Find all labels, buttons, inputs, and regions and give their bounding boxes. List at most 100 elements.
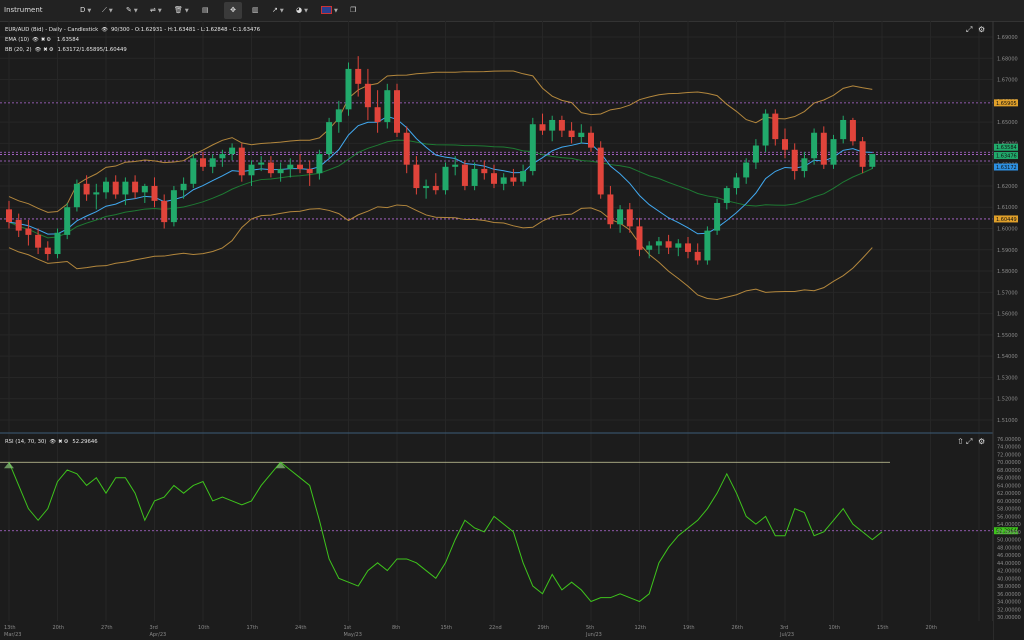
toolbar: Instrument D ▼ ⟋ ▼ ✎ ▼ ⇌ ▼ 🗑 ▼ ▤ ✥ ▥ ↗ ▼ ◕ ▼ ▼ …	[0, 0, 1024, 22]
candle-body	[743, 162, 750, 178]
rsi-tick-label: 38.00000	[997, 584, 1021, 590]
candle-body	[568, 130, 575, 138]
candle-body	[588, 132, 594, 148]
candle	[820, 126, 827, 169]
candle	[170, 185, 177, 227]
candle	[762, 109, 769, 152]
candle-body	[355, 68, 362, 84]
settings-icon[interactable]: ⚙	[978, 437, 985, 446]
pencil-tool[interactable]: ✎ ▼	[126, 2, 138, 19]
candle	[103, 177, 109, 199]
move-up-icon[interactable]: ⇧	[957, 437, 964, 446]
rsi-tick-label: 56.00000	[997, 514, 1021, 520]
layout-button[interactable]: ▤	[202, 2, 209, 19]
price-tick-label: 1.60000	[997, 227, 1018, 233]
candle-body	[219, 154, 226, 159]
candle-body	[248, 164, 255, 176]
price-tick-label: 1.65000	[997, 120, 1018, 126]
candle	[665, 234, 672, 255]
time-tick-label: 10th	[829, 625, 841, 631]
candle	[510, 168, 517, 186]
draw-line-icon: ⟋	[102, 6, 107, 14]
ema-legend[interactable]: EMA (10) 👁 ✖⚙ 1.63584	[5, 37, 80, 43]
settings-icon[interactable]: ⚙	[978, 25, 985, 34]
candle	[83, 175, 90, 201]
instrument-selector[interactable]: Instrument	[4, 2, 43, 19]
time-tick-label: 22nd	[489, 625, 502, 631]
price-tag: 1.60449	[994, 215, 1018, 223]
candle	[549, 115, 556, 142]
candle	[44, 241, 51, 261]
bb-upper-line	[8, 70, 873, 213]
rsi-tick-label: 48.00000	[997, 545, 1021, 551]
chart-area[interactable]: 1.690001.680001.670001.660001.650001.640…	[0, 21, 1024, 640]
candle	[461, 160, 468, 191]
share-icon: ↗	[272, 6, 278, 14]
bb-legend[interactable]: BB (20, 2) 👁 ✖⚙ 1.63172/1.65895/1.60449	[5, 47, 127, 53]
candle-body	[287, 164, 294, 169]
candle-body	[685, 243, 691, 252]
crosshair-button[interactable]: ✥	[224, 2, 242, 19]
candle-body	[297, 164, 303, 169]
chevron-down-icon: ▼	[334, 8, 338, 14]
candle-body	[471, 168, 478, 186]
candle	[374, 90, 381, 133]
candle-body	[510, 177, 517, 182]
candle	[209, 154, 216, 174]
plugin-button[interactable]: ◕ ▼	[296, 2, 308, 19]
chevron-down-icon: ▼	[133, 8, 138, 14]
time-tick-month: Jun/23	[585, 632, 602, 638]
candlestick-series	[6, 56, 876, 265]
price-tick-label: 1.61000	[997, 205, 1018, 211]
candle	[607, 185, 614, 229]
close-icon: ✖	[41, 37, 45, 43]
candle	[151, 177, 158, 208]
rsi-tick-label: 74.00000	[997, 445, 1021, 451]
candle-body	[6, 209, 12, 223]
candle-body	[752, 145, 759, 163]
popout-button[interactable]: ❐	[350, 2, 356, 19]
maximize-icon[interactable]: ⤢	[965, 25, 972, 34]
candle	[772, 109, 779, 146]
time-tick-label: 15th	[877, 625, 889, 631]
time-tick-label: 24th	[295, 625, 307, 631]
time-tick-label: 10th	[198, 625, 210, 631]
gear-icon: ⚙	[64, 439, 69, 445]
candle-body	[161, 200, 168, 223]
time-tick-label: 1st	[344, 625, 352, 631]
pencil-icon: ✎	[126, 6, 132, 14]
candle	[481, 160, 488, 180]
candle	[685, 237, 691, 259]
chart-type-button[interactable]: ▥	[252, 2, 259, 19]
rsi-tick-label: 30.00000	[997, 615, 1021, 621]
candle-body	[694, 251, 701, 261]
candle-body	[267, 162, 274, 174]
draw-line-tool[interactable]: ⟋ ▼	[102, 2, 113, 19]
candle-body	[791, 149, 798, 172]
rsi-tick-label: 72.00000	[997, 452, 1021, 458]
interval-selector[interactable]: D ▼	[80, 2, 91, 19]
maximize-icon[interactable]: ⤢	[965, 437, 972, 446]
candle-body	[170, 190, 177, 223]
candle	[859, 137, 866, 174]
candle-body	[151, 185, 158, 201]
candle-body	[558, 119, 565, 131]
candle-body	[54, 232, 61, 255]
candle-body	[384, 90, 391, 123]
candle-body	[704, 230, 711, 261]
chevron-down-icon: ▼	[304, 8, 308, 14]
compare-tool[interactable]: ⇌ ▼	[150, 2, 162, 19]
candle	[423, 179, 430, 199]
delete-tool[interactable]: 🗑 ▼	[174, 2, 189, 19]
candle-body	[103, 181, 109, 193]
candle	[500, 173, 507, 191]
instrument-label: Instrument	[4, 6, 43, 14]
rsi-legend[interactable]: RSI (14, 70, 30) 👁 ✖⚙ 52.29646	[5, 439, 98, 445]
bar-chart-icon: ▥	[252, 6, 259, 14]
candle	[112, 175, 119, 199]
time-tick-label: 15th	[441, 625, 453, 631]
share-button[interactable]: ↗ ▼	[272, 2, 284, 19]
ema-label: EMA (10)	[5, 37, 29, 43]
candle-body	[335, 109, 342, 123]
language-button[interactable]: ▼	[321, 2, 338, 19]
